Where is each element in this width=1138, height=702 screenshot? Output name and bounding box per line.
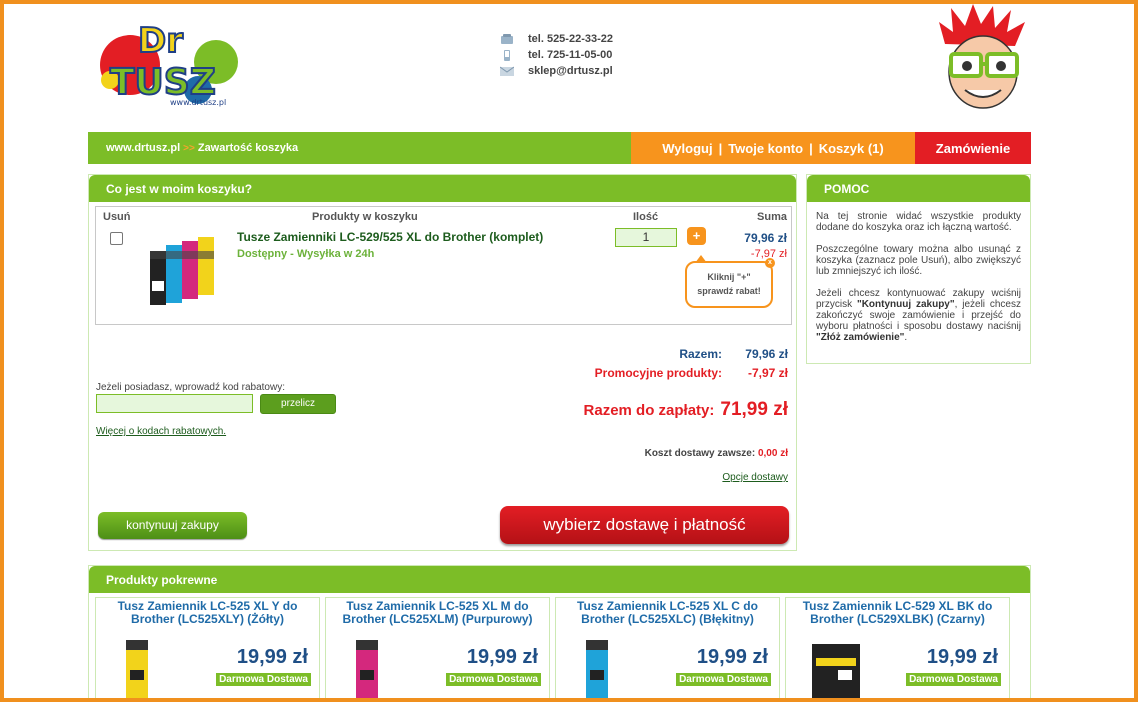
- promo-label: Promocyjne produkty:: [594, 366, 722, 380]
- cartridge-image[interactable]: [348, 634, 404, 702]
- contact-info: tel. 525-22-33-22 tel. 725-11-05-00 skle…: [499, 31, 613, 79]
- breadcrumb-separator: >>: [183, 142, 195, 154]
- tooltip-line-2: sprawdź rabat!: [697, 286, 761, 296]
- col-products: Produkty w koszyku: [312, 211, 418, 223]
- subtotal-label: Razem:: [679, 347, 722, 361]
- email-contact[interactable]: sklep@drtusz.pl: [499, 63, 613, 79]
- col-sum: Suma: [757, 211, 787, 223]
- help-paragraph: Jeżeli chcesz kontynuować zakupy wciśnij…: [816, 288, 1021, 343]
- help-paragraph: Na tej stronie widać wszystkie produkty …: [816, 211, 1021, 233]
- help-paragraph: Poszczególne towary można albo usunąć z …: [816, 244, 1021, 277]
- coupon-input[interactable]: [96, 394, 253, 413]
- related-product-name[interactable]: Tusz Zamiennik LC-525 XL M do Brother (L…: [330, 600, 545, 626]
- free-shipping-badge: Darmowa Dostawa: [216, 673, 311, 686]
- main-navbar: www.drtusz.pl >> Zawartość koszyka Wylog…: [88, 132, 1031, 164]
- related-products-panel: Produkty pokrewne Tusz Zamiennik LC-525 …: [88, 565, 1031, 702]
- phone-text: tel. 525-22-33-22: [528, 33, 613, 45]
- free-shipping-badge: Darmowa Dostawa: [446, 673, 541, 686]
- drtusz-logo[interactable]: Dr TUSZ www.drtusz.pl: [98, 10, 243, 110]
- shipping-label: Koszt dostawy zawsze:: [644, 448, 756, 459]
- breadcrumb: www.drtusz.pl >> Zawartość koszyka: [88, 132, 631, 164]
- account-menu: Wyloguj | Twoje konto | Koszyk (1): [631, 132, 915, 164]
- quantity-input[interactable]: 1: [615, 228, 677, 247]
- order-link[interactable]: Zamówienie: [915, 132, 1031, 164]
- coupon-info-link[interactable]: Więcej o kodach rabatowych.: [96, 426, 226, 437]
- mobile-contact: tel. 725-11-05-00: [500, 47, 613, 63]
- phone-contact: tel. 525-22-33-22: [500, 31, 613, 47]
- help-body: Na tej stronie widać wszystkie produkty …: [807, 202, 1030, 343]
- promo-value: -7,97 zł: [747, 366, 788, 380]
- mail-icon: [499, 66, 515, 77]
- shipping-row: Koszt dostawy zawsze: 0,00 zł: [645, 448, 788, 459]
- increase-quantity-button[interactable]: +: [687, 227, 706, 245]
- help-panel: POMOC Na tej stronie widać wszystkie pro…: [806, 174, 1031, 364]
- mobile-text: tel. 725-11-05-00: [528, 49, 613, 61]
- mobile-icon: [500, 49, 514, 61]
- related-products-title: Produkty pokrewne: [89, 566, 1030, 593]
- related-product-price: 19,99 zł: [926, 646, 998, 668]
- cart-panel-title: Co jest w moim koszyku?: [89, 175, 796, 202]
- continue-shopping-button[interactable]: kontynuuj zakupy: [98, 512, 247, 539]
- product-availability: Dostępny - Wysyłka w 24h: [237, 248, 375, 260]
- related-product-tile[interactable]: Tusz Zamiennik LC-525 XL Y do Brother (L…: [95, 597, 320, 702]
- shipping-options-link[interactable]: Opcje dostawy: [722, 472, 788, 483]
- product-name[interactable]: Tusze Zamienniki LC-529/525 XL do Brothe…: [237, 230, 543, 244]
- email-text[interactable]: sklep@drtusz.pl: [528, 65, 613, 77]
- cart-panel: Co jest w moim koszyku? Usuń Produkty w …: [88, 174, 797, 551]
- related-product-tile[interactable]: Tusz Zamiennik LC-525 XL M do Brother (L…: [325, 597, 550, 702]
- related-product-name[interactable]: Tusz Zamiennik LC-525 XL C do Brother (L…: [560, 600, 775, 626]
- col-remove: Usuń: [103, 211, 131, 223]
- related-product-name[interactable]: Tusz Zamiennik LC-529 XL BK do Brother (…: [790, 600, 1005, 626]
- col-qty: Ilość: [633, 211, 659, 223]
- cartridge-image[interactable]: [118, 634, 174, 702]
- discount-tooltip: x Kliknij "+" sprawdź rabat!: [685, 255, 775, 308]
- phone-icon: [500, 33, 514, 45]
- tooltip-line-1: Kliknij "+": [707, 272, 751, 282]
- cart-link[interactable]: Koszyk (1): [819, 141, 884, 156]
- mascot-icon: [935, 4, 1027, 110]
- logout-link[interactable]: Wyloguj: [662, 141, 712, 156]
- shipping-value: 0,00 zł: [757, 448, 788, 459]
- close-icon[interactable]: x: [765, 258, 775, 268]
- item-price: 79,96 zł: [744, 231, 787, 245]
- choose-delivery-payment-button[interactable]: wybierz dostawę i płatność: [500, 506, 789, 544]
- related-product-name[interactable]: Tusz Zamiennik LC-525 XL Y do Brother (L…: [100, 600, 315, 626]
- related-product-tile[interactable]: Tusz Zamiennik LC-525 XL C do Brother (L…: [555, 597, 780, 702]
- nav-separator: |: [809, 140, 813, 156]
- related-product-price: 19,99 zł: [696, 646, 768, 668]
- promo-row: Promocyjne produkty: -7,97 zł: [595, 366, 788, 380]
- breadcrumb-home[interactable]: www.drtusz.pl: [106, 142, 180, 154]
- total-label: Razem do zapłaty:: [583, 402, 715, 419]
- free-shipping-badge: Darmowa Dostawa: [906, 673, 1001, 686]
- subtotal-row: Razem: 79,96 zł: [679, 347, 788, 361]
- free-shipping-badge: Darmowa Dostawa: [676, 673, 771, 686]
- cartridge-image[interactable]: [808, 634, 864, 702]
- svg-text:TUSZ: TUSZ: [110, 62, 216, 103]
- help-panel-title: POMOC: [807, 175, 1030, 202]
- related-products-list: Tusz Zamiennik LC-525 XL Y do Brother (L…: [95, 597, 1010, 702]
- related-product-price: 19,99 zł: [466, 646, 538, 668]
- product-image[interactable]: [146, 231, 228, 311]
- cartridge-image[interactable]: [578, 634, 634, 702]
- account-link[interactable]: Twoje konto: [728, 141, 803, 156]
- remove-checkbox[interactable]: [110, 232, 123, 245]
- recalculate-button[interactable]: przelicz: [260, 394, 336, 414]
- svg-text:www.drtusz.pl: www.drtusz.pl: [170, 98, 226, 107]
- svg-text:Dr: Dr: [138, 21, 183, 61]
- coupon-label: Jeżeli posiadasz, wprowadź kod rabatowy:: [96, 382, 285, 393]
- nav-separator: |: [718, 140, 723, 156]
- subtotal-value: 79,96 zł: [745, 347, 788, 361]
- cart-table: Usuń Produkty w koszyku Ilość Suma Tusze…: [95, 206, 792, 325]
- breadcrumb-current: Zawartość koszyka: [197, 142, 299, 154]
- tooltip-tail: [695, 255, 707, 263]
- total-value: 71,99 zł: [720, 399, 788, 420]
- related-product-tile[interactable]: Tusz Zamiennik LC-529 XL BK do Brother (…: [785, 597, 1010, 702]
- related-product-price: 19,99 zł: [236, 646, 308, 668]
- total-row: Razem do zapłaty: 71,99 zł: [584, 399, 788, 421]
